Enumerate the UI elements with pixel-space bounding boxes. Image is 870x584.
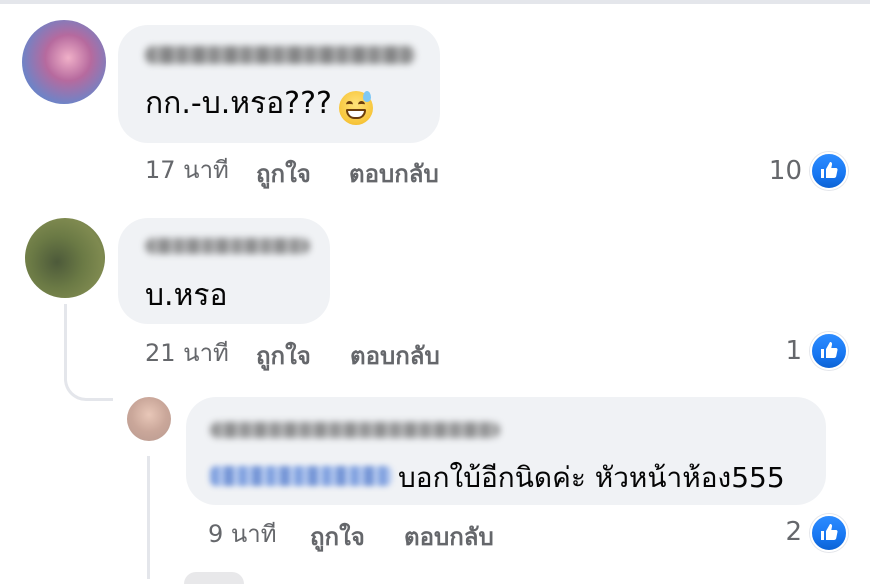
like-button[interactable]: ถูกใจ <box>256 159 311 189</box>
comment-timestamp[interactable]: 17 นาที <box>145 155 229 185</box>
next-comment-avatar-partial <box>184 572 244 584</box>
reply-button[interactable]: ตอบกลับ <box>404 522 494 552</box>
thumbs-up-icon[interactable] <box>810 332 848 370</box>
top-divider <box>0 0 870 4</box>
thumbs-up-icon[interactable] <box>810 152 848 190</box>
reply-button[interactable]: ตอบกลับ <box>349 159 439 189</box>
comment-bubble <box>118 25 440 143</box>
commenter-name-blurred[interactable] <box>145 238 310 254</box>
comment-timestamp[interactable]: 21 นาที <box>145 338 229 368</box>
thumbs-up-icon[interactable] <box>810 514 848 552</box>
mention-tag-blurred[interactable] <box>210 466 392 486</box>
like-button[interactable]: ถูกใจ <box>310 522 365 552</box>
reply-button[interactable]: ตอบกลับ <box>350 341 440 371</box>
reply-thread-line <box>147 456 150 579</box>
avatar[interactable] <box>22 20 106 104</box>
reaction-count[interactable]: 2 <box>740 517 802 547</box>
like-button[interactable]: ถูกใจ <box>256 341 311 371</box>
commenter-name-blurred[interactable] <box>210 422 500 438</box>
avatar[interactable] <box>25 218 105 298</box>
commenter-name-blurred[interactable] <box>145 46 415 64</box>
grinning-sweat-emoji-icon <box>339 91 373 125</box>
avatar[interactable] <box>127 397 171 441</box>
reaction-count[interactable]: 10 <box>740 156 802 186</box>
comment-text: บ.หรอ <box>145 278 228 313</box>
comment-text: กก.-บ.หรอ??? <box>145 86 332 121</box>
comment-timestamp[interactable]: 9 นาที <box>208 519 277 549</box>
reply-thread-line <box>64 304 113 401</box>
comment-text: บอกใบ้อีกนิดค่ะ หัวหน้าห้อง555 <box>398 461 785 494</box>
reaction-count[interactable]: 1 <box>740 336 802 366</box>
